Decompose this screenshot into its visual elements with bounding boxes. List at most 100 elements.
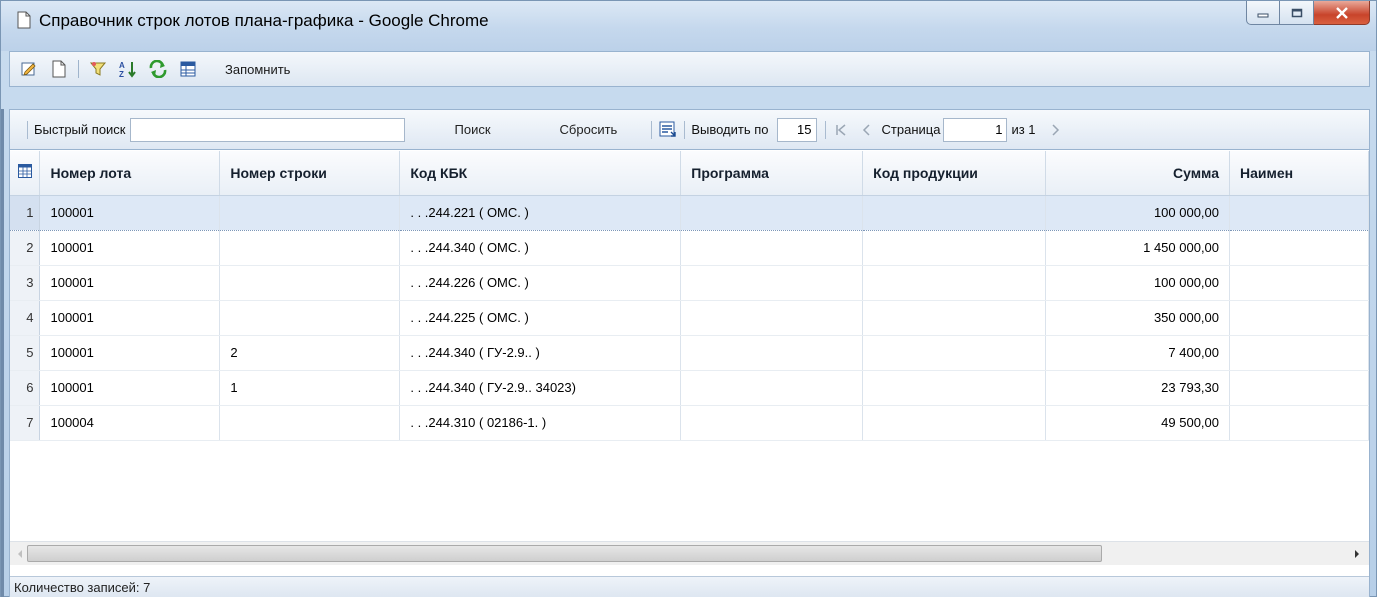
cell-kbk[interactable]: . . .244.221 ( ОМС. )	[399, 194, 682, 231]
cell-line[interactable]: 2	[219, 335, 401, 371]
cell-name[interactable]	[1229, 265, 1369, 301]
page-icon	[17, 11, 31, 29]
close-button[interactable]	[1314, 1, 1370, 25]
column-header-product[interactable]: Код продукции	[862, 151, 1047, 196]
cell-kbk[interactable]: . . .244.310 ( 02186-1. )	[399, 405, 682, 441]
search-separator-4	[824, 120, 826, 139]
cell-name[interactable]	[1229, 335, 1369, 371]
column-header-line[interactable]: Номер строки	[219, 151, 401, 196]
row-number[interactable]: 6	[10, 370, 41, 406]
cell-lot[interactable]: 100001	[39, 265, 221, 301]
cell-line[interactable]	[219, 405, 401, 441]
table-row[interactable]: 2 100001 . . .244.340 ( ОМС. ) 1 450 000,00	[10, 230, 1369, 266]
cell-line[interactable]	[219, 194, 401, 231]
table-row[interactable]: 3 100001 . . .244.226 ( ОМС. ) 100 000,00	[10, 265, 1369, 301]
cell-name[interactable]	[1229, 230, 1369, 266]
cell-lot[interactable]: 100004	[39, 405, 221, 441]
column-header-sum[interactable]: Сумма	[1045, 151, 1231, 196]
cell-sum[interactable]: 100 000,00	[1045, 194, 1231, 231]
cell-lot[interactable]: 100001	[39, 370, 221, 406]
refresh-icon[interactable]	[147, 58, 169, 80]
row-number[interactable]: 1	[10, 194, 41, 231]
row-number[interactable]: 2	[10, 230, 41, 266]
column-header-lot[interactable]: Номер лота	[39, 151, 221, 196]
page-size-icon[interactable]	[658, 120, 678, 140]
cell-program[interactable]	[680, 370, 864, 406]
cell-sum[interactable]: 1 450 000,00	[1045, 230, 1231, 266]
sort-icon[interactable]: AZ	[117, 58, 139, 80]
cell-name[interactable]	[1229, 300, 1369, 336]
cell-kbk[interactable]: . . .244.226 ( ОМС. )	[399, 265, 682, 301]
cell-name[interactable]	[1229, 194, 1369, 231]
cell-program[interactable]	[680, 300, 864, 336]
cell-lot[interactable]: 100001	[39, 230, 221, 266]
page-size-input[interactable]	[776, 117, 817, 142]
cell-product[interactable]	[862, 230, 1047, 266]
cell-product[interactable]	[862, 265, 1047, 301]
new-document-icon[interactable]	[48, 58, 70, 80]
row-number[interactable]: 3	[10, 265, 41, 301]
column-header-name[interactable]: Наимен	[1229, 151, 1369, 196]
row-number[interactable]: 7	[10, 405, 41, 441]
minimize-button[interactable]	[1246, 1, 1280, 25]
reset-button[interactable]: Сбросить	[560, 122, 618, 137]
cell-name[interactable]	[1229, 370, 1369, 406]
toolbar-separator	[78, 60, 79, 78]
column-header-program[interactable]: Программа	[680, 151, 864, 196]
cell-name[interactable]	[1229, 405, 1369, 441]
cell-program[interactable]	[680, 230, 864, 266]
horizontal-scrollbar[interactable]	[10, 541, 1369, 565]
cell-product[interactable]	[862, 405, 1047, 441]
filter-icon[interactable]	[87, 58, 109, 80]
table-row[interactable]: 6 100001 1. . .244.340 ( ГУ-2.9.. 34023) 23…	[10, 370, 1369, 406]
cell-line[interactable]	[219, 300, 401, 336]
row-number[interactable]: 4	[10, 300, 41, 336]
column-header-kbk[interactable]: Код КБК	[399, 151, 682, 196]
table-row[interactable]: 7 100004 . . .244.310 ( 02186-1. ) 49 500,0…	[10, 405, 1369, 441]
cell-kbk[interactable]: . . .244.340 ( ОМС. )	[399, 230, 682, 266]
edit-icon[interactable]	[18, 58, 40, 80]
cell-kbk[interactable]: . . .244.340 ( ГУ-2.9.. )	[399, 335, 682, 371]
cell-line[interactable]	[219, 265, 401, 301]
grid-icon	[17, 164, 32, 179]
cell-kbk[interactable]: . . .244.225 ( ОМС. )	[399, 300, 682, 336]
table-settings-icon[interactable]	[177, 58, 199, 80]
first-page-icon[interactable]	[834, 123, 848, 137]
cell-product[interactable]	[862, 335, 1047, 371]
row-number[interactable]: 5	[10, 335, 41, 371]
close-icon	[1335, 6, 1348, 19]
cell-program[interactable]	[680, 405, 864, 441]
title-bar[interactable]: Справочник строк лотов плана-графика - G…	[1, 1, 1376, 51]
cell-product[interactable]	[862, 300, 1047, 336]
cell-program[interactable]	[680, 265, 864, 301]
cell-sum[interactable]: 350 000,00	[1045, 300, 1231, 336]
prev-page-icon[interactable]	[860, 123, 874, 137]
cell-product[interactable]	[862, 194, 1047, 231]
search-button[interactable]: Поиск	[455, 122, 491, 137]
cell-program[interactable]	[680, 194, 864, 231]
quick-search-input[interactable]	[129, 117, 405, 142]
page-number-input[interactable]	[943, 117, 1008, 142]
cell-line[interactable]	[219, 230, 401, 266]
cell-sum[interactable]: 23 793,30	[1045, 370, 1231, 406]
cell-line[interactable]: 1	[219, 370, 401, 406]
cell-sum[interactable]: 49 500,00	[1045, 405, 1231, 441]
table-row[interactable]: 5 100001 2. . .244.340 ( ГУ-2.9.. ) 7 400,0…	[10, 335, 1369, 371]
maximize-button[interactable]	[1280, 1, 1314, 25]
scroll-right-button[interactable]	[1349, 546, 1365, 562]
remember-button[interactable]: Запомнить	[225, 62, 290, 77]
next-page-icon[interactable]	[1048, 123, 1062, 137]
cell-program[interactable]	[680, 335, 864, 371]
table-row[interactable]: 4 100001 . . .244.225 ( ОМС. ) 350 000,00	[10, 300, 1369, 336]
scrollbar-thumb[interactable]	[27, 545, 1102, 562]
cell-sum[interactable]: 7 400,00	[1045, 335, 1231, 371]
scroll-left-button[interactable]	[12, 546, 28, 562]
table-row[interactable]: 1 100001 . . .244.221 ( ОМС. ) 100 000,00	[10, 194, 1369, 231]
cell-product[interactable]	[862, 370, 1047, 406]
cell-lot[interactable]: 100001	[39, 335, 221, 371]
select-all-cell[interactable]	[10, 151, 41, 196]
cell-lot[interactable]: 100001	[39, 194, 221, 231]
cell-lot[interactable]: 100001	[39, 300, 221, 336]
cell-sum[interactable]: 100 000,00	[1045, 265, 1231, 301]
cell-kbk[interactable]: . . .244.340 ( ГУ-2.9.. 34023)	[399, 370, 682, 406]
